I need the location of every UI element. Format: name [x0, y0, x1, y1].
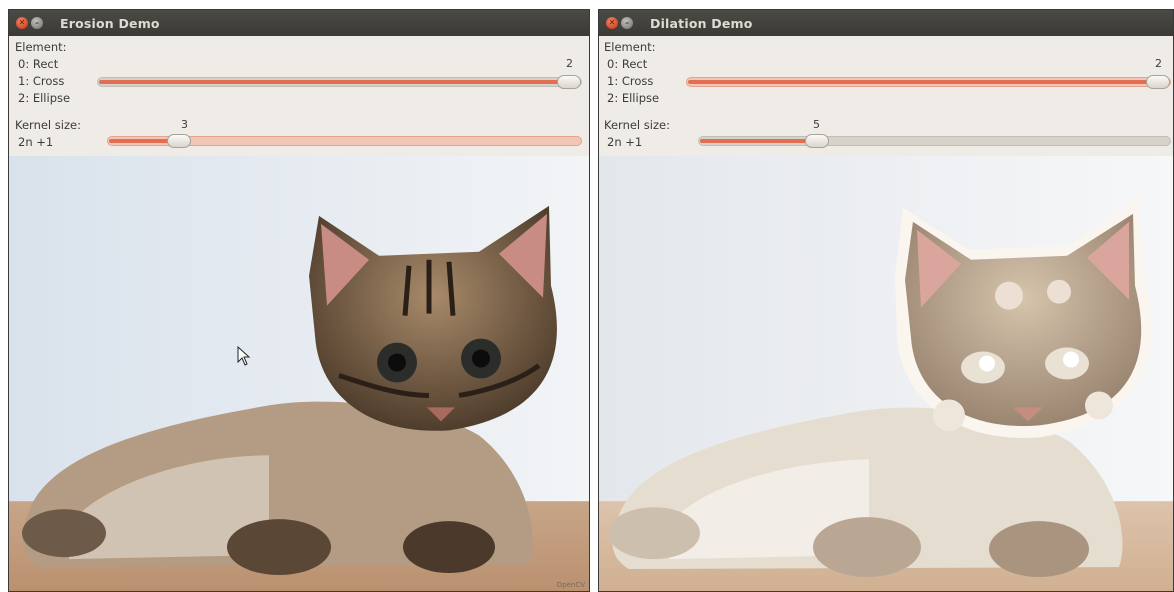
- kernel-formula-label: 2n +1: [18, 135, 54, 149]
- eroded-cat-photo: [9, 156, 589, 591]
- element-slider-fill: [99, 80, 568, 84]
- kernel-slider-handle[interactable]: [166, 134, 191, 148]
- trackbar-panel: Element: 0: Rect 1: Cross 2: Ellipse 2 K…: [9, 36, 589, 156]
- kernel-size-label: Kernel size:: [604, 118, 670, 132]
- minimize-icon[interactable]: –: [621, 17, 633, 29]
- close-icon[interactable]: ✕: [16, 17, 28, 29]
- kernel-formula-label: 2n +1: [607, 135, 643, 149]
- element-option-rect: 0: Rect: [607, 57, 648, 71]
- dilated-image: [599, 156, 1173, 591]
- close-icon[interactable]: ✕: [606, 17, 618, 29]
- element-slider[interactable]: [97, 75, 582, 89]
- element-slider-value: 2: [1155, 57, 1162, 70]
- element-slider-handle[interactable]: [1146, 75, 1170, 89]
- element-option-rect: 0: Rect: [18, 57, 59, 71]
- element-slider-value: 2: [566, 57, 573, 70]
- title-bar: ✕ – Dilation Demo: [599, 10, 1173, 36]
- dilated-cat-photo: [599, 156, 1173, 591]
- element-option-ellipse: 2: Ellipse: [18, 91, 71, 105]
- element-slider-handle[interactable]: [557, 75, 581, 89]
- window-title: Dilation Demo: [650, 15, 753, 31]
- erosion-window: ✕ – Erosion Demo Element: 0: Rect 1: Cro…: [8, 9, 590, 592]
- kernel-slider[interactable]: [698, 134, 1171, 148]
- element-option-cross: 1: Cross: [607, 74, 654, 88]
- dilation-window: ✕ – Dilation Demo Element: 0: Rect 1: Cr…: [598, 9, 1174, 592]
- watermark: OpenCV: [556, 581, 585, 589]
- kernel-slider-value: 3: [181, 118, 188, 131]
- element-slider-fill: [688, 80, 1157, 84]
- mouse-cursor-icon: [237, 346, 251, 366]
- eroded-image: OpenCV: [9, 156, 589, 591]
- title-bar: ✕ – Erosion Demo: [9, 10, 589, 36]
- window-title: Erosion Demo: [60, 15, 160, 31]
- element-label: Element:: [15, 40, 67, 54]
- kernel-slider-fill: [700, 139, 816, 143]
- kernel-slider-value: 5: [813, 118, 820, 131]
- element-option-cross: 1: Cross: [18, 74, 65, 88]
- kernel-slider[interactable]: [107, 134, 582, 148]
- element-label: Element:: [604, 40, 656, 54]
- element-option-ellipse: 2: Ellipse: [607, 91, 660, 105]
- minimize-icon[interactable]: –: [31, 17, 43, 29]
- kernel-slider-handle[interactable]: [804, 134, 829, 148]
- kernel-size-label: Kernel size:: [15, 118, 81, 132]
- element-slider[interactable]: [686, 75, 1171, 89]
- trackbar-panel: Element: 0: Rect 1: Cross 2: Ellipse 2 K…: [599, 36, 1173, 156]
